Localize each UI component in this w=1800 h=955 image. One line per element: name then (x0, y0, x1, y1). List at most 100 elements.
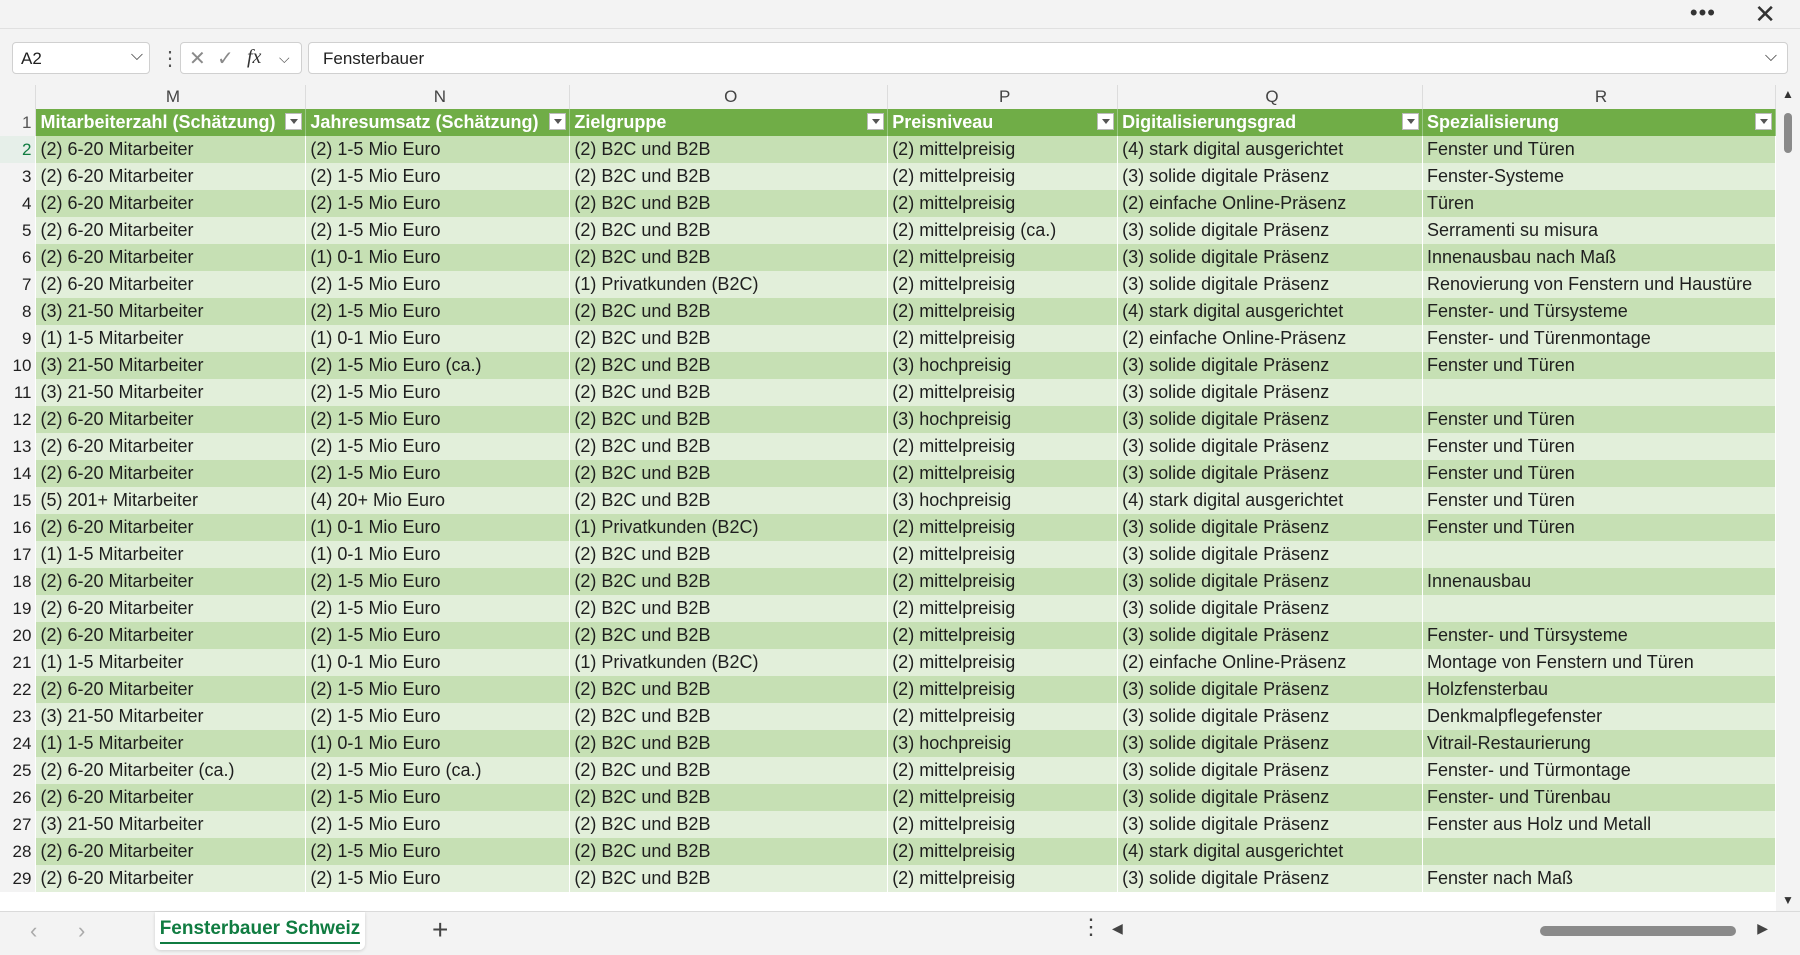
table-cell[interactable]: (1) 1-5 Mitarbeiter (35, 325, 307, 352)
vertical-scroll-thumb[interactable] (1784, 113, 1792, 153)
table-cell[interactable]: (4) 20+ Mio Euro (305, 487, 571, 514)
scroll-up-icon[interactable]: ▲ (1782, 87, 1794, 101)
column-header-q[interactable]: Q (1117, 85, 1423, 109)
column-header-p[interactable]: P (887, 85, 1119, 109)
table-cell[interactable]: (2) 1-5 Mio Euro (305, 298, 571, 325)
table-cell[interactable]: (2) mittelpreisig (887, 433, 1119, 460)
table-cell[interactable]: Fenster- und Türsysteme (1422, 298, 1776, 325)
table-cell[interactable]: Fenster und Türen (1422, 406, 1776, 433)
table-cell[interactable]: (2) 6-20 Mitarbeiter (35, 595, 307, 622)
table-cell[interactable]: (2) mittelpreisig (887, 784, 1119, 811)
row-number[interactable]: 17 (0, 541, 37, 568)
table-cell[interactable]: (2) mittelpreisig (887, 325, 1119, 352)
table-cell[interactable]: Türen (1422, 190, 1776, 217)
table-cell[interactable]: (2) mittelpreisig (887, 676, 1119, 703)
table-cell[interactable]: (2) mittelpreisig (887, 379, 1119, 406)
row-number[interactable]: 12 (0, 406, 37, 433)
table-cell[interactable]: (2) B2C und B2B (569, 838, 889, 865)
table-cell[interactable]: (2) B2C und B2B (569, 163, 889, 190)
select-all-corner[interactable] (0, 85, 37, 109)
table-cell[interactable]: (1) 1-5 Mitarbeiter (35, 730, 307, 757)
table-cell[interactable]: (3) solide digitale Präsenz (1117, 676, 1423, 703)
table-cell[interactable]: (2) B2C und B2B (569, 757, 889, 784)
table-cell[interactable]: Fenster- und Türmontage (1422, 757, 1776, 784)
table-cell[interactable]: (2) B2C und B2B (569, 622, 889, 649)
filter-dropdown-icon[interactable] (1097, 113, 1115, 130)
row-number[interactable]: 2 (0, 136, 37, 163)
table-cell[interactable]: (2) B2C und B2B (569, 595, 889, 622)
table-cell[interactable]: (2) 1-5 Mio Euro (ca.) (305, 757, 571, 784)
more-vertical-icon[interactable]: ⋮ (1080, 914, 1102, 940)
more-options-icon[interactable]: ••• (1690, 2, 1716, 24)
row-number[interactable]: 5 (0, 217, 37, 244)
table-cell[interactable]: (3) hochpreisig (887, 352, 1119, 379)
scroll-right-icon[interactable]: ▶ (1757, 920, 1768, 937)
table-cell[interactable]: (1) Privatkunden (B2C) (569, 649, 889, 676)
table-cell[interactable]: Montage von Fenstern und Türen (1422, 649, 1776, 676)
table-cell[interactable]: (1) 1-5 Mitarbeiter (35, 649, 307, 676)
table-cell[interactable]: (2) mittelpreisig (887, 244, 1119, 271)
table-cell[interactable]: (2) B2C und B2B (569, 352, 889, 379)
horizontal-scroll-thumb[interactable] (1540, 926, 1736, 936)
table-cell[interactable]: (2) 1-5 Mio Euro (305, 217, 571, 244)
table-cell[interactable]: Denkmalpflegefenster (1422, 703, 1776, 730)
table-cell[interactable]: (2) B2C und B2B (569, 298, 889, 325)
table-cell[interactable]: (2) B2C und B2B (569, 217, 889, 244)
row-number[interactable]: 10 (0, 352, 37, 379)
table-header-cell[interactable]: Preisniveau (887, 109, 1119, 136)
table-cell[interactable]: (2) B2C und B2B (569, 865, 889, 892)
formula-input[interactable]: Fensterbauer ⌵ (308, 42, 1788, 74)
table-cell[interactable]: (2) mittelpreisig (887, 838, 1119, 865)
table-cell[interactable]: (4) stark digital ausgerichtet (1117, 838, 1423, 865)
table-cell[interactable]: (2) mittelpreisig (887, 865, 1119, 892)
table-cell[interactable]: (3) solide digitale Präsenz (1117, 271, 1423, 298)
table-cell[interactable]: (2) mittelpreisig (887, 298, 1119, 325)
row-number[interactable]: 14 (0, 460, 37, 487)
drag-handle-icon[interactable]: ⋮ (160, 46, 180, 71)
column-header-n[interactable]: N (305, 85, 571, 109)
table-cell[interactable]: (2) B2C und B2B (569, 703, 889, 730)
table-cell[interactable]: (2) 1-5 Mio Euro (305, 676, 571, 703)
table-cell[interactable]: (2) 6-20 Mitarbeiter (35, 271, 307, 298)
close-icon[interactable]: ✕ (1754, 0, 1776, 28)
table-cell[interactable]: (2) 1-5 Mio Euro (ca.) (305, 352, 571, 379)
table-cell[interactable]: (2) 1-5 Mio Euro (305, 784, 571, 811)
table-cell[interactable]: (2) mittelpreisig (887, 271, 1119, 298)
table-cell[interactable]: (2) B2C und B2B (569, 784, 889, 811)
column-header-o[interactable]: O (569, 85, 889, 109)
table-cell[interactable]: (3) hochpreisig (887, 406, 1119, 433)
table-cell[interactable]: (2) 6-20 Mitarbeiter (35, 784, 307, 811)
table-cell[interactable]: (3) solide digitale Präsenz (1117, 163, 1423, 190)
row-number[interactable]: 18 (0, 568, 37, 595)
table-cell[interactable]: (2) 6-20 Mitarbeiter (35, 460, 307, 487)
table-cell[interactable]: (2) B2C und B2B (569, 811, 889, 838)
filter-dropdown-icon[interactable] (1401, 113, 1419, 130)
table-cell[interactable] (1422, 541, 1776, 568)
table-cell[interactable]: (3) 21-50 Mitarbeiter (35, 703, 307, 730)
check-icon[interactable]: ✓ (217, 46, 234, 71)
table-cell[interactable]: (2) 1-5 Mio Euro (305, 703, 571, 730)
add-sheet-button[interactable]: + (432, 914, 448, 946)
table-header-cell[interactable]: Digitalisierungsgrad (1117, 109, 1423, 136)
table-cell[interactable]: (2) 1-5 Mio Euro (305, 271, 571, 298)
table-cell[interactable]: (2) mittelpreisig (887, 190, 1119, 217)
table-cell[interactable]: (2) B2C und B2B (569, 190, 889, 217)
table-cell[interactable]: (2) 1-5 Mio Euro (305, 568, 571, 595)
row-number[interactable]: 3 (0, 163, 37, 190)
row-number[interactable]: 27 (0, 811, 37, 838)
table-cell[interactable]: (2) B2C und B2B (569, 487, 889, 514)
row-number[interactable]: 25 (0, 757, 37, 784)
row-number[interactable]: 21 (0, 649, 37, 676)
table-cell[interactable]: (2) mittelpreisig (887, 595, 1119, 622)
insert-function-icon[interactable]: fx (247, 46, 261, 69)
table-cell[interactable]: (2) 1-5 Mio Euro (305, 622, 571, 649)
table-cell[interactable]: (3) solide digitale Präsenz (1117, 757, 1423, 784)
table-cell[interactable]: Fenster aus Holz und Metall (1422, 811, 1776, 838)
table-cell[interactable]: (3) solide digitale Präsenz (1117, 568, 1423, 595)
table-cell[interactable]: (3) solide digitale Präsenz (1117, 352, 1423, 379)
table-cell[interactable]: (2) einfache Online-Präsenz (1117, 325, 1423, 352)
table-cell[interactable]: (2) B2C und B2B (569, 568, 889, 595)
row-number[interactable]: 22 (0, 676, 37, 703)
table-cell[interactable]: (2) mittelpreisig (887, 568, 1119, 595)
table-cell[interactable]: (2) 1-5 Mio Euro (305, 406, 571, 433)
